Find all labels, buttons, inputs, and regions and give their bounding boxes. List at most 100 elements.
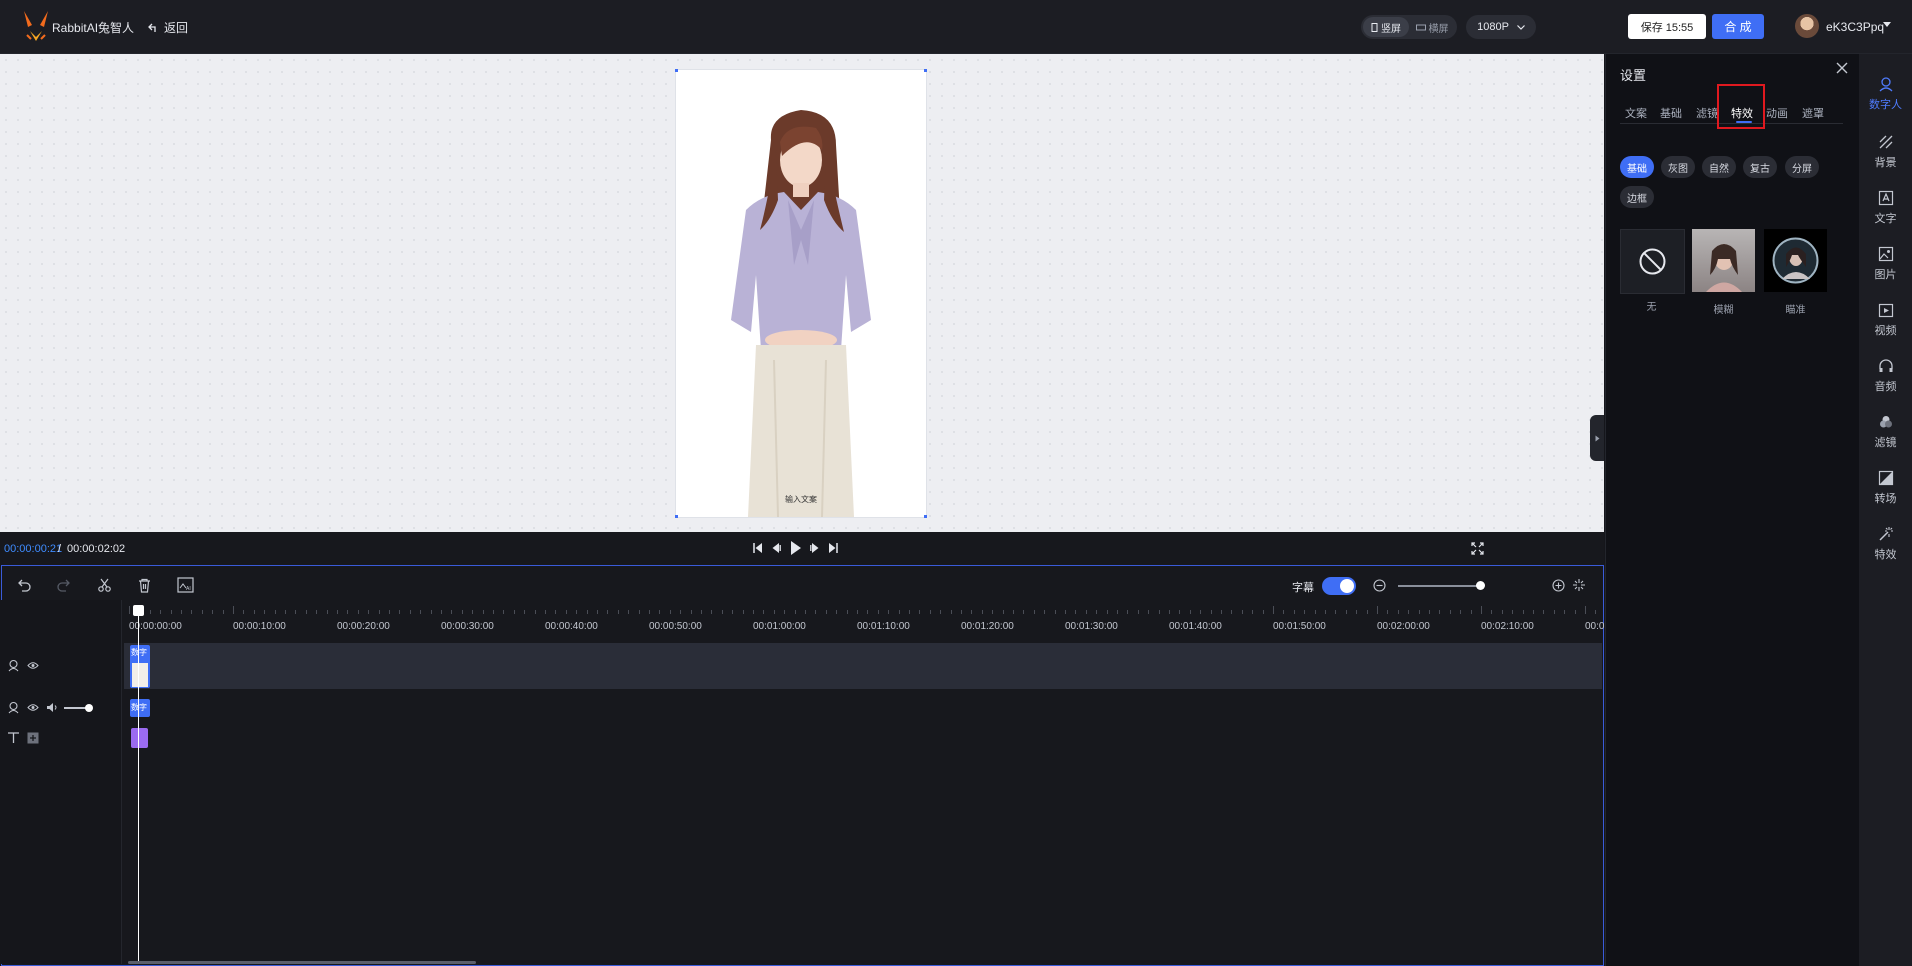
ruler-label: 00:01:40:00 — [1169, 621, 1222, 632]
fullscreen-icon[interactable] — [1471, 542, 1484, 555]
ai-image-icon[interactable]: AI — [177, 577, 194, 593]
compose-button[interactable]: 合 成 — [1712, 14, 1764, 39]
sidebar-item-digital-human[interactable]: 数字人 — [1859, 76, 1912, 112]
tab-basic[interactable]: 基础 — [1660, 105, 1682, 121]
ruler-tick — [389, 610, 390, 614]
audio-clip[interactable]: 数字 — [130, 699, 150, 717]
step-forward-icon[interactable] — [810, 542, 820, 554]
save-button[interactable]: 保存 15:55 — [1628, 14, 1706, 39]
portrait-icon — [1371, 22, 1378, 32]
frame-handle-tr[interactable] — [924, 69, 927, 72]
digital-human-track[interactable] — [124, 643, 1602, 689]
text-clip[interactable] — [131, 728, 148, 748]
avatar[interactable] — [1795, 14, 1819, 38]
tab-mask[interactable]: 遮罩 — [1802, 105, 1824, 121]
zoom-slider-track[interactable] — [1398, 585, 1480, 587]
frame-handle-tl[interactable] — [675, 69, 678, 72]
timeline-scrollbar[interactable] — [128, 961, 476, 964]
add-text-icon[interactable] — [27, 732, 39, 744]
ruler-tick — [1512, 610, 1513, 614]
chip-basic[interactable]: 基础 — [1620, 156, 1654, 178]
sidebar-item-label: 转场 — [1874, 493, 1897, 505]
redo-icon[interactable] — [56, 578, 71, 593]
sidebar-item-image[interactable]: 图片 — [1859, 246, 1912, 282]
chip-gray[interactable]: 灰图 — [1661, 156, 1695, 178]
sidebar-item-background[interactable]: 背景 — [1859, 134, 1912, 170]
undo-icon[interactable] — [17, 578, 32, 593]
chip-border[interactable]: 边框 — [1620, 186, 1654, 208]
back-button[interactable]: 返回 — [148, 19, 188, 36]
sidebar-item-effects[interactable]: 特效 — [1859, 526, 1912, 562]
close-icon[interactable] — [1836, 62, 1848, 74]
ruler-label: 00:00:00:00 — [129, 621, 182, 632]
tab-filter[interactable]: 滤镜 — [1696, 105, 1718, 121]
digital-human-track-icon — [8, 659, 19, 672]
skip-end-icon[interactable] — [828, 542, 838, 554]
zoom-in-icon[interactable] — [1552, 579, 1565, 592]
ruler-tick — [1575, 610, 1576, 614]
eye-icon[interactable] — [27, 661, 39, 670]
back-label: 返回 — [164, 21, 189, 35]
orientation-landscape[interactable]: 横屏 — [1409, 17, 1455, 37]
ruler-tick — [1273, 606, 1274, 614]
ruler-tick — [1179, 610, 1180, 614]
chip-natural[interactable]: 自然 — [1702, 156, 1736, 178]
ruler-tick — [1460, 610, 1461, 614]
ruler-tick — [1055, 610, 1056, 614]
ruler-tick — [1429, 610, 1430, 614]
effect-thumb-aim[interactable] — [1764, 229, 1827, 292]
playhead[interactable] — [138, 610, 139, 964]
ruler-tick — [659, 610, 660, 614]
ruler-tick — [1013, 610, 1014, 614]
eye-icon[interactable] — [27, 703, 39, 712]
digital-human-clip[interactable]: 数字 — [130, 645, 150, 688]
ruler-tick — [971, 610, 972, 614]
ruler-tick — [1138, 610, 1139, 614]
sidebar-item-audio[interactable]: 音频 — [1859, 358, 1912, 394]
volume-icon[interactable] — [46, 702, 58, 713]
sidebar-item-text[interactable]: 文字 — [1859, 190, 1912, 226]
scissors-icon[interactable] — [97, 578, 112, 593]
subtitle-toggle[interactable] — [1322, 577, 1356, 595]
effect-thumb-none[interactable] — [1620, 229, 1685, 294]
sidebar-item-filter[interactable]: 滤镜 — [1859, 414, 1912, 450]
delete-icon[interactable] — [137, 578, 152, 593]
ruler-tick — [327, 610, 328, 614]
ruler-tick — [847, 610, 848, 614]
skip-start-icon[interactable] — [753, 542, 763, 554]
chip-split[interactable]: 分屏 — [1785, 156, 1819, 178]
ruler-tick — [1065, 610, 1066, 614]
caption-placeholder[interactable]: 输入文案 — [676, 494, 926, 505]
sidebar-item-transition[interactable]: 转场 — [1859, 470, 1912, 506]
orientation-toggle[interactable]: 竖屏 横屏 — [1361, 15, 1457, 39]
effect-thumb-blur[interactable] — [1692, 229, 1755, 292]
play-icon[interactable] — [790, 540, 802, 556]
ruler-tick — [1543, 610, 1544, 614]
ruler-tick — [451, 610, 452, 614]
ruler-label: 00:00:10:00 — [233, 621, 286, 632]
user-menu-caret-icon[interactable] — [1883, 22, 1891, 27]
tab-animation[interactable]: 动画 — [1766, 105, 1788, 121]
video-frame[interactable] — [676, 70, 926, 518]
zoom-out-icon[interactable] — [1373, 579, 1386, 592]
username[interactable]: eK3C3Ppq — [1826, 20, 1884, 34]
sidebar-item-label: 文字 — [1874, 213, 1897, 225]
sparkle-icon[interactable] — [1572, 578, 1586, 592]
resolution-select[interactable]: 1080P — [1466, 15, 1536, 39]
ruler-tick — [701, 610, 702, 614]
digital-human-figure[interactable] — [676, 70, 926, 518]
step-back-icon[interactable] — [771, 542, 781, 554]
ruler-tick — [493, 610, 494, 614]
frame-handle-br[interactable] — [924, 515, 927, 518]
orientation-portrait[interactable]: 竖屏 — [1363, 17, 1409, 37]
ruler-label: 00:01:50:00 — [1273, 621, 1326, 632]
frame-handle-bl[interactable] — [675, 515, 678, 518]
tab-copy[interactable]: 文案 — [1625, 105, 1647, 121]
highlight-box — [1717, 84, 1765, 129]
sidebar-item-video[interactable]: 视频 — [1859, 302, 1912, 338]
panel-collapse-toggle[interactable] — [1590, 415, 1604, 461]
volume-slider-thumb[interactable] — [85, 704, 93, 712]
ruler-tick — [420, 610, 421, 614]
chip-retro[interactable]: 复古 — [1743, 156, 1777, 178]
zoom-slider-thumb[interactable] — [1476, 581, 1485, 590]
